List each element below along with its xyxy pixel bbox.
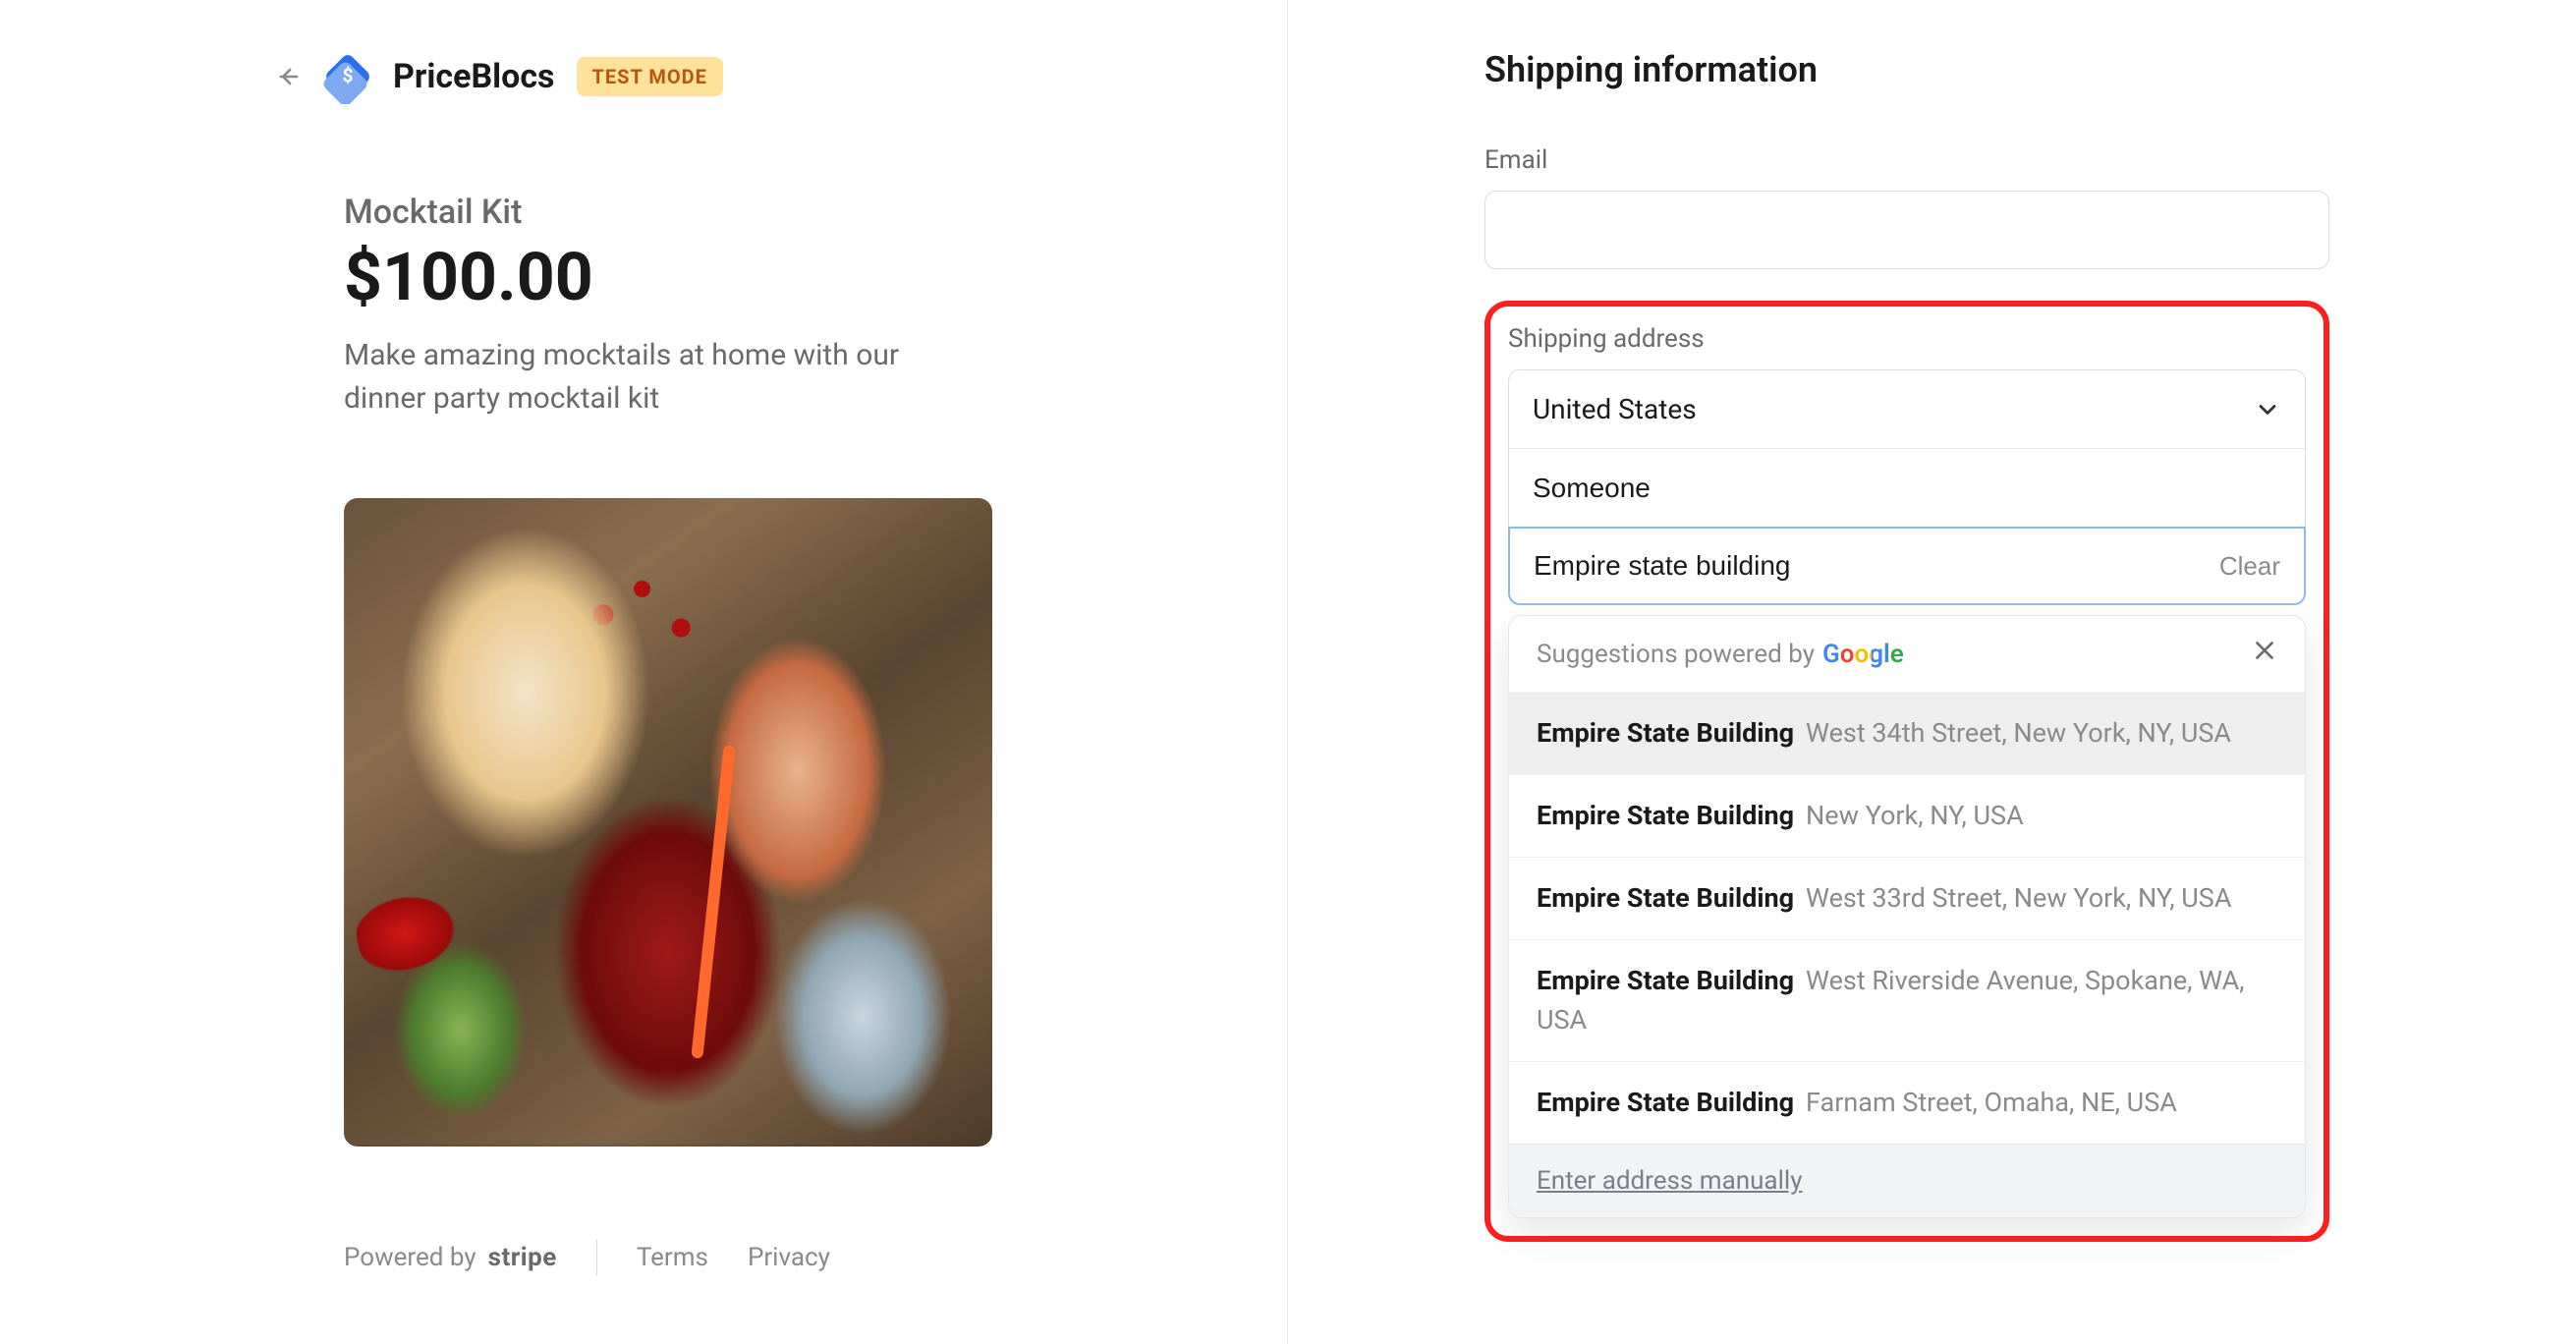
- address-stack: United States Clear: [1508, 369, 2306, 605]
- product-name: Mocktail Kit: [275, 193, 1081, 232]
- suggestion-main: Empire State Building: [1537, 800, 1794, 831]
- suggestion-main: Empire State Building: [1537, 882, 1794, 914]
- suggestion-item[interactable]: Empire State BuildingWest Riverside Aven…: [1509, 939, 2305, 1060]
- suggestion-item[interactable]: Empire State Building Farnam Street, Omah…: [1509, 1061, 2305, 1144]
- name-field[interactable]: [1533, 473, 2281, 504]
- suggestion-item[interactable]: Empire State Building West 33rd Street, N…: [1509, 857, 2305, 939]
- autocomplete-powered-label: Suggestions powered by: [1537, 640, 1815, 669]
- suggestion-secondary: New York, NY, USA: [1806, 800, 2024, 831]
- name-row[interactable]: [1509, 449, 2305, 528]
- suggestion-secondary: West 33rd Street, New York, NY, USA: [1806, 882, 2231, 914]
- country-select[interactable]: United States: [1509, 370, 2305, 449]
- privacy-link[interactable]: Privacy: [748, 1243, 830, 1272]
- brand-logo-icon: $: [320, 49, 375, 104]
- country-value: United States: [1533, 393, 1697, 425]
- brand-row: $ PriceBlocs TEST MODE: [275, 49, 1081, 104]
- stripe-logo[interactable]: stripe: [488, 1243, 557, 1272]
- close-icon[interactable]: [2252, 638, 2277, 670]
- suggestion-main: Empire State Building: [1537, 1087, 1794, 1118]
- clear-button[interactable]: Clear: [2219, 551, 2280, 582]
- product-image: [344, 498, 992, 1147]
- back-arrow-icon[interactable]: [275, 63, 303, 90]
- checkout-footer: Powered by stripe Terms Privacy: [344, 1240, 830, 1275]
- suggestion-secondary: West 34th Street, New York, NY, USA: [1806, 717, 2231, 749]
- shipping-address-highlight: Shipping address United States Clear: [1484, 301, 2329, 1242]
- svg-text:$: $: [342, 64, 353, 86]
- test-mode-badge: TEST MODE: [577, 57, 723, 96]
- shipping-heading: Shipping information: [1484, 49, 2329, 90]
- shipping-address-label: Shipping address: [1508, 324, 2306, 354]
- terms-link[interactable]: Terms: [637, 1243, 708, 1272]
- product-price: $100.00: [275, 238, 1081, 316]
- brand-name: PriceBlocs: [393, 57, 555, 96]
- suggestion-secondary: Farnam Street, Omaha, NE, USA: [1806, 1087, 2177, 1118]
- product-description: Make amazing mocktails at home with our …: [275, 334, 982, 420]
- address-row[interactable]: Clear: [1508, 527, 2306, 605]
- powered-by-label: Powered by: [344, 1243, 476, 1272]
- suggestion-item[interactable]: Empire State Building New York, NY, USA: [1509, 774, 2305, 857]
- suggestion-main: Empire State Building: [1537, 965, 1794, 996]
- autocomplete-dropdown: Suggestions powered by Google Empire Sta…: [1508, 615, 2306, 1218]
- footer-divider: [596, 1240, 597, 1275]
- autocomplete-footer: Enter address manually: [1509, 1144, 2305, 1217]
- email-field[interactable]: [1484, 191, 2329, 269]
- google-logo: Google: [1822, 640, 1904, 669]
- suggestion-item[interactable]: Empire State Building West 34th Street, N…: [1509, 692, 2305, 774]
- suggestion-main: Empire State Building: [1537, 717, 1794, 749]
- address-field[interactable]: [1534, 550, 2208, 582]
- email-label: Email: [1484, 145, 2329, 175]
- enter-manually-link[interactable]: Enter address manually: [1537, 1166, 1803, 1196]
- autocomplete-header: Suggestions powered by Google: [1509, 616, 2305, 692]
- chevron-down-icon: [2254, 396, 2281, 423]
